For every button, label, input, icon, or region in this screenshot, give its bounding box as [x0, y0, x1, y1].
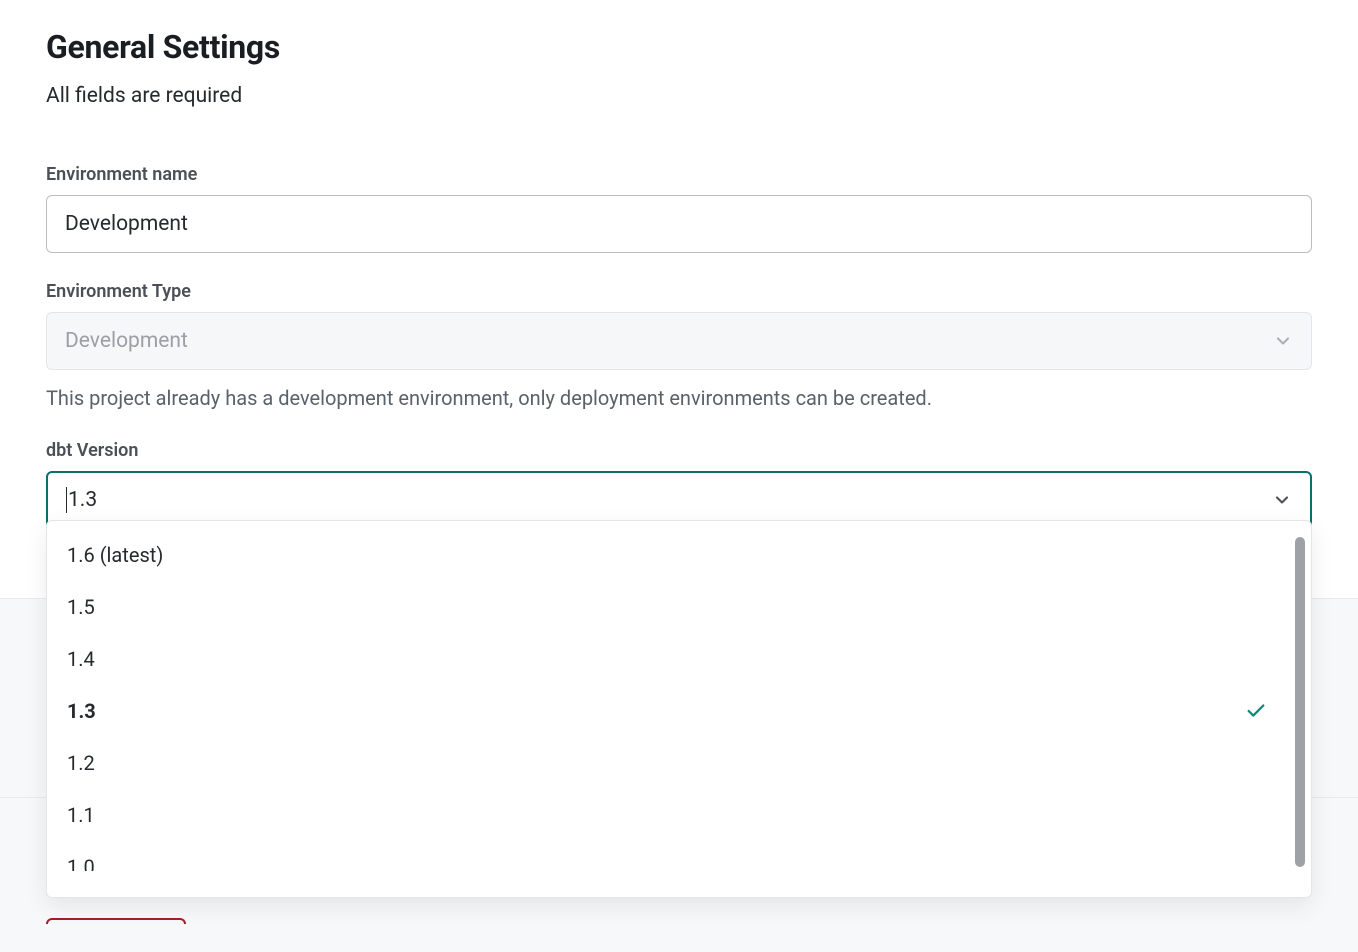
dropdown-option[interactable]: 1.2: [47, 737, 1287, 789]
scrollbar-thumb[interactable]: [1295, 537, 1305, 867]
env-name-field: Environment name: [46, 164, 1312, 253]
env-type-helper: This project already has a development e…: [46, 384, 1312, 412]
env-type-select: Development: [46, 312, 1312, 370]
env-type-label: Environment Type: [46, 281, 1312, 302]
dropdown-option[interactable]: 1.6 (latest): [47, 529, 1287, 581]
env-type-field: Environment Type Development This projec…: [46, 281, 1312, 412]
dropdown-option[interactable]: 1.1: [47, 789, 1287, 841]
dropdown-option[interactable]: 1.5: [47, 581, 1287, 633]
option-label: 1.6 (latest): [67, 543, 163, 567]
option-label: 1.3: [67, 699, 96, 723]
dropdown-option[interactable]: 1.4: [47, 633, 1287, 685]
env-type-value: Development: [65, 329, 188, 353]
option-label: 1.5: [67, 595, 95, 619]
check-icon: [1245, 700, 1267, 722]
scrollbar[interactable]: [1295, 537, 1305, 881]
page-subtitle: All fields are required: [46, 84, 1312, 108]
env-name-input[interactable]: [46, 195, 1312, 253]
env-name-label: Environment name: [46, 164, 1312, 185]
dbt-version-dropdown: 1.6 (latest) 1.5 1.4 1.3 1.2 1.1 1.0: [46, 520, 1312, 898]
dbt-version-label: dbt Version: [46, 440, 1312, 461]
dbt-version-field: dbt Version 1.3: [46, 440, 1312, 529]
dropdown-list: 1.6 (latest) 1.5 1.4 1.3 1.2 1.1 1.0: [47, 529, 1311, 871]
page-title: General Settings: [46, 28, 1312, 66]
option-label: 1.2: [67, 751, 95, 775]
button-peek: [46, 918, 186, 924]
dropdown-option[interactable]: 1.0: [47, 841, 1287, 871]
chevron-down-icon: [1273, 331, 1293, 351]
text-cursor: [66, 487, 67, 513]
option-label: 1.4: [67, 647, 95, 671]
dbt-version-value: 1.3: [68, 488, 97, 512]
option-label: 1.0: [67, 855, 95, 871]
dropdown-option-selected[interactable]: 1.3: [47, 685, 1287, 737]
chevron-down-icon[interactable]: [1272, 490, 1292, 510]
option-label: 1.1: [67, 803, 95, 827]
